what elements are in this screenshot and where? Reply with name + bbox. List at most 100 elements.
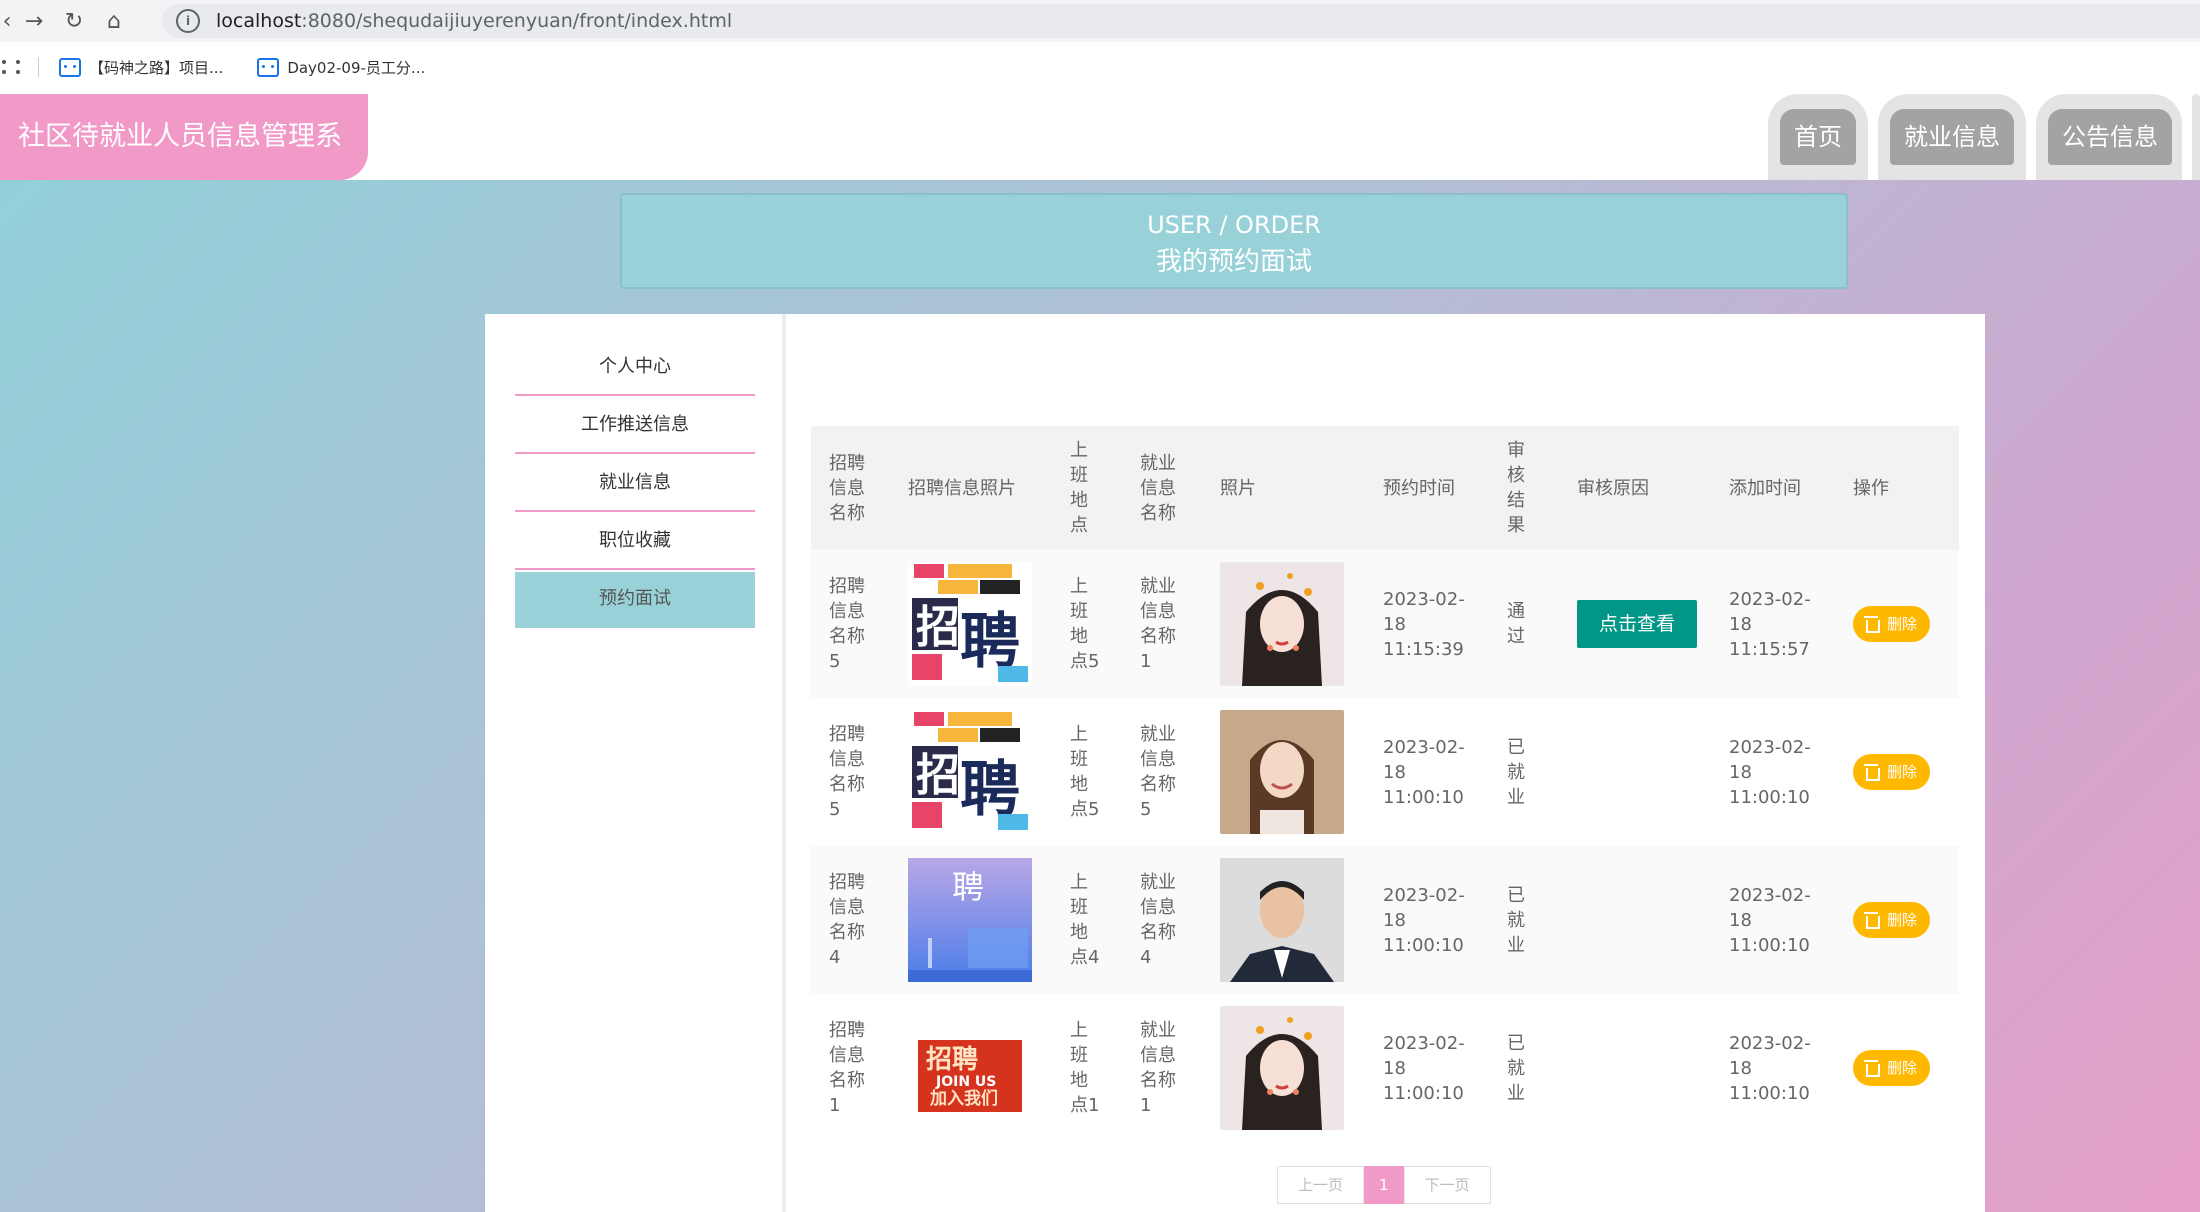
delete-button[interactable]: 删除: [1853, 1050, 1931, 1086]
cell-recruit-photo[interactable]: 聘: [890, 846, 1052, 994]
address-bar[interactable]: i localhost:8080/shequdaijiuyerenyuan/fr…: [162, 4, 2200, 38]
trash-icon: [1864, 1059, 1880, 1077]
bilibili-icon: [59, 57, 81, 77]
url-text: localhost:8080/shequdaijiuyerenyuan/fron…: [216, 10, 733, 32]
cell-location: 上班地点1: [1070, 1020, 1100, 1116]
cell-recruit-name: 招聘信息名称4: [829, 872, 865, 968]
panel-divider: [782, 314, 786, 1212]
cell-review-result: 通过: [1507, 601, 1525, 647]
cell-review-reason: [1559, 698, 1711, 846]
applicant-photo: [1220, 1006, 1344, 1130]
cell-recruit-photo[interactable]: 招聘 JOIN US 加入我们: [890, 994, 1052, 1142]
nav-notices[interactable]: 公告信息: [2036, 94, 2182, 180]
cell-recruit-photo[interactable]: 招聘: [890, 550, 1052, 698]
svg-text:招: 招: [916, 602, 960, 653]
cell-appointment-time: 2023-02-18 11:00:10: [1383, 736, 1465, 808]
top-nav: 首页 就业信息 公告信息: [1758, 94, 2200, 180]
nav-jobs-label: 就业信息: [1890, 109, 2014, 165]
side-item-jobs[interactable]: 就业信息: [515, 456, 755, 512]
side-item-interviews[interactable]: 预约面试: [515, 572, 755, 628]
nav-home[interactable]: 首页: [1768, 94, 1868, 180]
col-header: 操作: [1853, 477, 1889, 499]
site-header: 社区待就业人员信息管理系统 首页 就业信息 公告信息: [0, 92, 2200, 238]
side-item-job-push[interactable]: 工作推送信息: [515, 398, 755, 454]
forward-arrow-icon[interactable]: →: [14, 0, 54, 42]
delete-label: 删除: [1887, 910, 1918, 929]
applicant-photo: [1220, 858, 1344, 982]
table-header-row: 招聘信息名称 招聘信息照片 上班地点 就业信息名称 照片 预约时间 审核结果 审…: [811, 426, 1959, 550]
table-row: 招聘信息名称1 招聘 JOIN US 加入我们 上班地点1 就业信息名称1 2023-02-…: [811, 994, 1959, 1142]
cell-review-result: 已就业: [1507, 736, 1525, 808]
svg-text:聘: 聘: [952, 868, 984, 906]
cell-photo[interactable]: [1202, 698, 1365, 846]
page-banner: USER / ORDER 我的预约面试: [620, 193, 1848, 289]
site-info-icon[interactable]: i: [176, 9, 200, 33]
applicant-photo: [1220, 562, 1344, 686]
nav-more-tab[interactable]: [2192, 94, 2200, 180]
bilibili-icon: [257, 57, 280, 77]
svg-text:招: 招: [916, 750, 960, 801]
cell-job-name: 就业信息名称4: [1140, 872, 1176, 968]
col-header: 审核结果: [1507, 440, 1525, 536]
col-header: 审核原因: [1577, 477, 1649, 499]
col-header: 添加时间: [1729, 477, 1801, 499]
cell-review-result: 已就业: [1507, 884, 1525, 956]
browser-toolbar: ‹ → ↻ ⌂ i localhost:8080/shequdaijiuyere…: [0, 0, 2200, 42]
bookmarks-divider: [38, 57, 39, 77]
cell-job-name: 就业信息名称1: [1140, 1020, 1176, 1116]
cell-location: 上班地点5: [1070, 576, 1100, 672]
cell-added-time: 2023-02-18 11:00:10: [1729, 1032, 1811, 1104]
cell-review-reason: [1559, 846, 1711, 994]
recruit-poster-image: 招聘JOIN US加入我们: [908, 1006, 1032, 1130]
cell-photo[interactable]: [1202, 994, 1365, 1142]
col-header: 预约时间: [1383, 477, 1455, 499]
cell-recruit-name: 招聘信息名称1: [829, 1020, 865, 1116]
side-item-favorites[interactable]: 职位收藏: [515, 514, 755, 570]
cell-added-time: 2023-02-18 11:15:57: [1729, 588, 1811, 660]
delete-button[interactable]: 删除: [1853, 902, 1931, 938]
cell-recruit-photo[interactable]: 招聘: [890, 698, 1052, 846]
side-menu: 个人中心 工作推送信息 就业信息 职位收藏 预约面试: [515, 340, 755, 630]
recruit-poster-image: 招聘: [908, 562, 1032, 686]
trash-icon: [1864, 615, 1880, 633]
bookmark-item[interactable]: 【码神之路】项目...: [59, 57, 223, 78]
banner-title: 我的预约面试: [1155, 247, 1312, 277]
cell-photo[interactable]: [1202, 550, 1365, 698]
bookmark-item[interactable]: Day02-09-员工分...: [257, 57, 425, 78]
delete-button[interactable]: 删除: [1853, 754, 1931, 790]
nav-notices-label: 公告信息: [2048, 109, 2172, 165]
table-row: 招聘信息名称5 招聘 上班地点5 就业信息名称5 2023-02-18 11:00:10…: [811, 698, 1959, 846]
trash-icon: [1864, 911, 1880, 929]
cell-recruit-name: 招聘信息名称5: [829, 724, 865, 820]
view-reason-button[interactable]: 点击查看: [1577, 600, 1698, 648]
back-arrow-icon[interactable]: ‹: [0, 0, 14, 42]
cell-actions: 删除: [1835, 994, 1959, 1142]
recruit-poster-image: 聘: [908, 858, 1032, 982]
col-header: 招聘信息照片: [908, 477, 1016, 499]
nav-jobs[interactable]: 就业信息: [1878, 94, 2026, 180]
page-1-button[interactable]: 1: [1364, 1166, 1404, 1204]
cell-review-reason: 点击查看: [1559, 550, 1711, 698]
cell-review-reason: [1559, 994, 1711, 1142]
delete-button[interactable]: 删除: [1853, 606, 1931, 642]
applicant-photo: [1220, 710, 1344, 834]
prev-page-button[interactable]: 上一页: [1277, 1166, 1365, 1204]
cell-job-name: 就业信息名称1: [1140, 576, 1176, 672]
cell-appointment-time: 2023-02-18 11:15:39: [1383, 588, 1465, 660]
cell-added-time: 2023-02-18 11:00:10: [1729, 736, 1811, 808]
home-icon[interactable]: ⌂: [94, 0, 134, 42]
svg-text:招聘: 招聘: [926, 1045, 978, 1075]
cell-appointment-time: 2023-02-18 11:00:10: [1383, 1032, 1465, 1104]
cell-location: 上班地点4: [1070, 872, 1100, 968]
cell-photo[interactable]: [1202, 846, 1365, 994]
cell-location: 上班地点5: [1070, 724, 1100, 820]
side-item-profile[interactable]: 个人中心: [515, 340, 755, 396]
cell-actions: 删除: [1835, 698, 1959, 846]
table-row: 招聘信息名称4 聘 上班地点4 就业信息名称4 2023-02-18 11:00:10 已…: [811, 846, 1959, 994]
col-header: 就业信息名称: [1140, 452, 1176, 524]
site-title: 社区待就业人员信息管理系统: [0, 94, 368, 238]
reload-icon[interactable]: ↻: [54, 0, 94, 42]
next-page-button[interactable]: 下一页: [1403, 1166, 1491, 1204]
interview-table: 招聘信息名称 招聘信息照片 上班地点 就业信息名称 照片 预约时间 审核结果 审…: [811, 426, 1959, 1142]
apps-grid-icon[interactable]: [2, 60, 20, 74]
